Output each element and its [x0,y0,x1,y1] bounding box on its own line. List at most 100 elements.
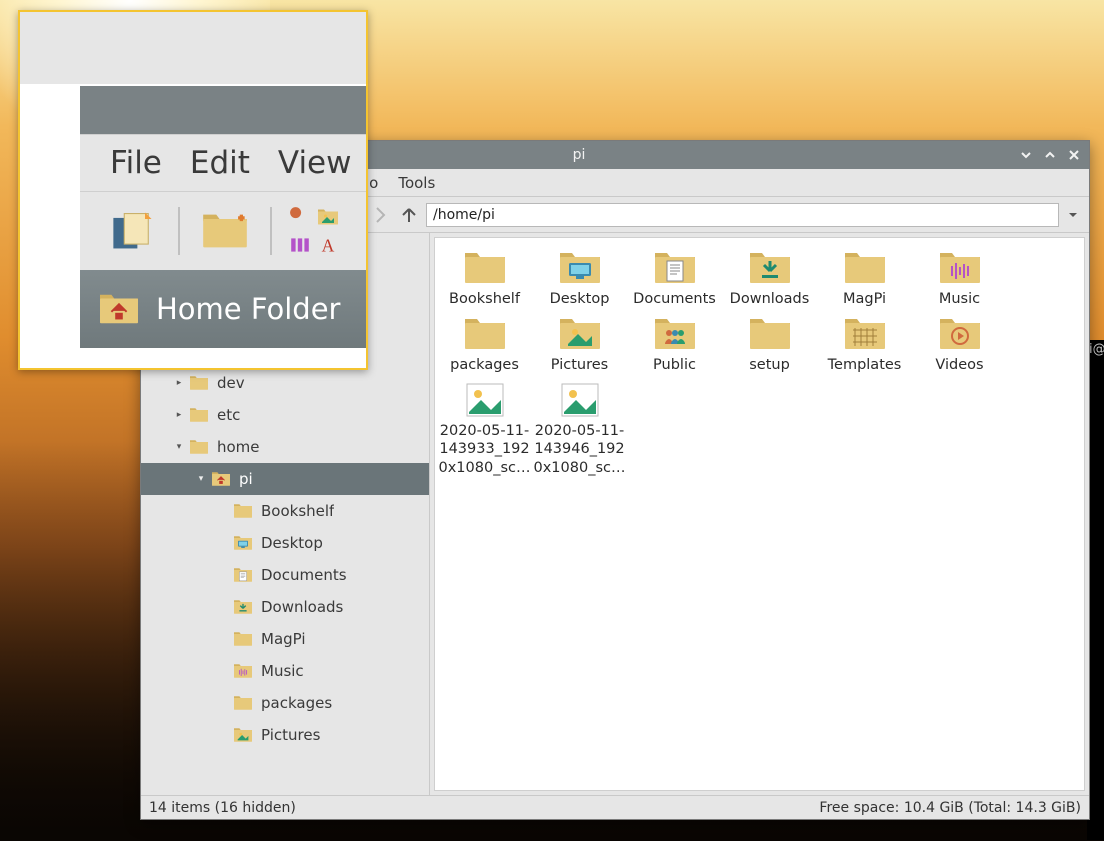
tree-expander-icon[interactable]: ▾ [193,474,209,484]
grid-item[interactable]: Templates [817,314,912,374]
tree-row-label: etc [217,406,240,424]
tree-row[interactable]: ▾ home [141,431,429,463]
grid-item-label: Templates [817,356,912,374]
zoom-menubar: File Edit View [80,134,366,192]
downloads-icon [745,248,795,288]
bars-icon [289,234,311,256]
zoom-view-detail-button[interactable]: A [316,233,340,257]
zoom-titlebar-slice [80,86,366,134]
tree-expander-icon[interactable]: ▾ [171,442,187,452]
tree-expander-icon[interactable]: ▸ [171,378,187,388]
zoom-menu-view[interactable]: View [278,145,352,181]
tree-row-label: packages [261,694,332,712]
zoom-menu-edit[interactable]: Edit [190,145,250,181]
zoom-new-tab-button[interactable] [104,202,162,260]
music-icon [935,248,985,288]
tree-row[interactable]: Bookshelf [141,495,429,527]
main-icon-view[interactable]: BookshelfDesktopDocumentsDownloadsMagPiM… [434,237,1085,791]
zoom-toolbar: A [80,192,366,270]
tree-row[interactable]: Desktop [141,527,429,559]
tree-row-label: MagPi [261,630,306,648]
grid-item[interactable]: Public [627,314,722,374]
tree-row-label: Documents [261,566,347,584]
toolbar-up-button[interactable] [396,202,422,228]
tree-row[interactable]: Downloads [141,591,429,623]
grid-item[interactable]: setup [722,314,817,374]
music-icon [231,661,255,681]
grid-item[interactable]: Pictures [532,314,627,374]
desktop-icon [231,533,255,553]
grid-item-label: packages [437,356,532,374]
grid-item[interactable]: 2020-05-11-143946_1920x1080_sc… [532,380,627,476]
address-bar-dropdown[interactable] [1063,203,1083,227]
new-folder-icon [201,209,249,253]
pictures-icon [231,725,255,745]
folder-icon [231,629,255,649]
window-maximize-button[interactable] [1041,146,1059,164]
close-icon [1068,149,1080,161]
grid-item-label: Bookshelf [437,290,532,308]
zoom-menu-file[interactable]: File [110,145,162,181]
grid-item[interactable]: Videos [912,314,1007,374]
tree-row[interactable]: Pictures [141,719,429,751]
status-right: Free space: 10.4 GiB (Total: 14.3 GiB) [819,800,1081,816]
zoom-view-icons-button[interactable] [288,205,312,229]
arrow-up-icon [399,205,419,225]
folder-icon [231,693,255,713]
tree-row[interactable]: packages [141,687,429,719]
tree-row-label: Downloads [261,598,343,616]
folder-icon [460,314,510,354]
zoom-home-folder-row[interactable]: Home Folder [80,270,366,348]
zoom-toolbar-separator [270,207,272,255]
image-icon [555,380,605,420]
tree-row[interactable]: ▸dev [141,367,429,399]
folder-icon [231,501,255,521]
svg-text:A: A [322,236,335,256]
grid-item[interactable]: Music [912,248,1007,308]
folder-icon [745,314,795,354]
zoom-new-folder-button[interactable] [196,202,254,260]
new-tab-icon [109,209,157,253]
grid-item-label: Documents [627,290,722,308]
grid-item-label: 2020-05-11-143933_1920x1080_sc… [437,422,532,476]
grid-item[interactable]: MagPi [817,248,912,308]
status-left: 14 items (16 hidden) [149,800,296,816]
tree-row[interactable]: Music [141,655,429,687]
grid-item[interactable]: 2020-05-11-143933_1920x1080_sc… [437,380,532,476]
arrow-right-icon [369,205,389,225]
zoom-bottom-pad [80,348,366,368]
text-icon: A [317,234,339,256]
zoom-view-thumbnails-button[interactable] [316,205,340,229]
documents-icon [650,248,700,288]
grid-item[interactable]: packages [437,314,532,374]
icon-grid: BookshelfDesktopDocumentsDownloadsMagPiM… [437,246,1082,481]
grid-item[interactable]: Documents [627,248,722,308]
pictures-icon [317,206,339,228]
tree-row-label: Music [261,662,304,680]
grid-item-label: Desktop [532,290,627,308]
grid-item-label: 2020-05-11-143946_1920x1080_sc… [532,422,627,476]
toolbar-forward-button[interactable] [366,202,392,228]
address-bar[interactable]: /home/pi [426,203,1059,227]
desktop-icon [555,248,605,288]
zoom-toolbar-separator [178,207,180,255]
zoom-home-label: Home Folder [156,292,340,326]
grid-item[interactable]: Downloads [722,248,817,308]
menu-tools[interactable]: Tools [388,172,445,194]
zoom-view-compact-button[interactable] [288,233,312,257]
grid-item[interactable]: Bookshelf [437,248,532,308]
tree-row[interactable]: ▾pi [141,463,429,495]
tree-expander-icon[interactable]: ▸ [171,410,187,420]
grid-item[interactable]: Desktop [532,248,627,308]
chevron-down-icon [1020,149,1032,161]
tree-row-label: Bookshelf [261,502,334,520]
tree-row-label: home [217,438,260,456]
window-close-button[interactable] [1065,146,1083,164]
tree-row[interactable]: ▸ etc [141,399,429,431]
tree-row[interactable]: Documents [141,559,429,591]
tree-row-label: Pictures [261,726,320,744]
tree-row[interactable]: MagPi [141,623,429,655]
window-minimize-button[interactable] [1017,146,1035,164]
terminal-fragment: i@ [1089,342,1104,357]
grid-item-label: setup [722,356,817,374]
